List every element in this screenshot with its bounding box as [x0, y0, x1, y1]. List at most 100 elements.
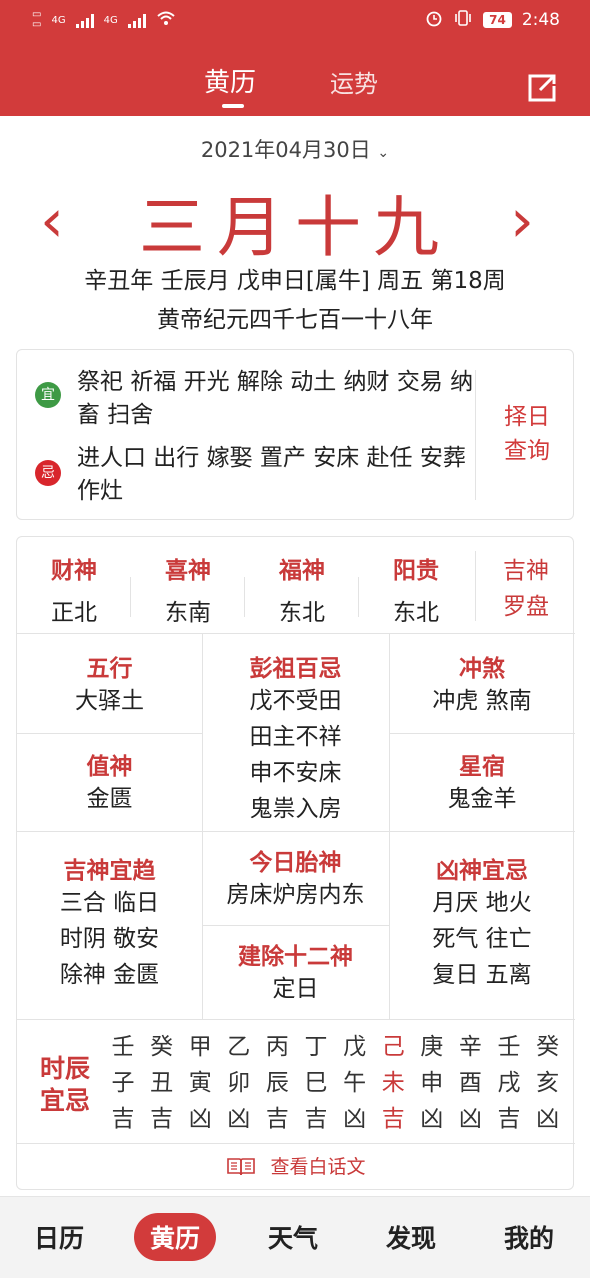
zhishen-value: 金匮	[86, 786, 133, 812]
hour-luck-title-line2: 宜忌	[39, 1086, 90, 1115]
pengzu-line: 田主不祥	[249, 724, 342, 750]
wifi-icon	[156, 10, 176, 30]
hour-column: 癸亥凶	[530, 1029, 566, 1137]
hour-column: 壬戌吉	[491, 1029, 527, 1137]
hour-stem: 丁	[304, 1034, 328, 1060]
pengzu-line: 鬼祟入房	[249, 796, 342, 822]
hour-luck: 吉	[150, 1106, 174, 1132]
zeri-line1: 择日	[504, 404, 550, 430]
god-caishen: 财神 正北	[17, 551, 131, 627]
hour-stem: 乙	[227, 1034, 251, 1060]
hour-luck: 凶	[227, 1106, 251, 1132]
xiongshen-cell: 凶神宜忌 月厌 地火 死气 往亡 复日 五离	[389, 851, 575, 993]
chongsha-cell: 冲煞 冲虎 煞南	[389, 649, 575, 719]
luopan-line1: 吉神	[503, 558, 549, 584]
hour-column: 甲寅凶	[182, 1029, 218, 1137]
hour-stem: 辛	[458, 1034, 482, 1060]
hour-branch: 酉	[458, 1070, 482, 1096]
network-label-1: 4G	[51, 14, 66, 26]
hour-column: 丁巳吉	[298, 1029, 334, 1137]
huangdi-era-line: 黄帝纪元四千七百一十八年	[157, 307, 433, 333]
view-vernacular-button[interactable]: 查看白话文	[17, 1143, 575, 1191]
hour-luck: 吉	[304, 1106, 328, 1132]
gods-row: 财神 正北 喜神 东南 福神 东北 阳贵 东北 吉神 罗盘	[17, 537, 575, 634]
hour-branch: 午	[343, 1070, 367, 1096]
battery-indicator: 74	[483, 12, 512, 28]
hour-luck-title: 时辰 宜忌	[37, 1053, 93, 1117]
book-icon	[226, 1148, 256, 1176]
hour-stem: 壬	[111, 1034, 135, 1060]
god-direction: 东南	[165, 600, 211, 626]
yi-ji-card: 宜 祭祀 祈福 开光 解除 动土 纳财 交易 纳畜 扫舍 忌 进人口 出行 嫁娶…	[16, 349, 574, 520]
hour-branch: 巳	[304, 1070, 328, 1096]
hour-luck: 凶	[420, 1106, 444, 1132]
pengzu-line: 戊不受田	[249, 688, 342, 714]
hour-column: 丙辰吉	[259, 1029, 295, 1137]
hour-column: 乙卯凶	[221, 1029, 257, 1137]
jishen-cell: 吉神宜趋 三合 临日 时阴 敬安 除神 金匮	[17, 851, 202, 993]
yiji-divider	[475, 370, 476, 500]
god-fushen: 福神 东北	[245, 551, 359, 627]
hour-luck: 吉	[111, 1106, 135, 1132]
view-vernacular-label: 查看白话文	[270, 1156, 366, 1178]
share-icon[interactable]	[526, 72, 558, 104]
hour-column: 庚申凶	[414, 1029, 450, 1137]
hour-luck: 吉	[497, 1106, 521, 1132]
hour-luck: 吉	[265, 1106, 289, 1132]
zeri-line2: 查询	[504, 438, 550, 464]
hour-luck: 吉	[381, 1106, 405, 1132]
pengzu-cell: 彭祖百忌 戊不受田 田主不祥 申不安床 鬼祟入房	[202, 649, 389, 827]
nav-huangli[interactable]: 黄历	[134, 1213, 217, 1261]
signal-icon-2	[127, 12, 146, 28]
hour-stem: 壬	[497, 1034, 521, 1060]
jishen-line: 除神 金匮	[59, 962, 160, 988]
xiongshen-title: 凶神宜忌	[436, 858, 528, 884]
hour-column: 辛酉凶	[452, 1029, 488, 1137]
chongsha-value: 冲虎 煞南	[432, 688, 532, 714]
god-name: 财神	[51, 558, 97, 584]
hour-branch: 子	[111, 1070, 135, 1096]
yi-activities: 祭祀 祈福 开光 解除 动土 纳财 交易 纳畜 扫舍	[77, 369, 474, 428]
yi-badge: 宜	[35, 382, 61, 408]
date-selector[interactable]: 2021年04月30日 ⌄	[0, 134, 590, 164]
hour-stem: 己	[381, 1034, 405, 1060]
hour-column: 癸丑吉	[144, 1029, 180, 1137]
zhishen-title: 值神	[86, 754, 133, 780]
hour-branch: 亥	[536, 1070, 560, 1096]
tab-huangli[interactable]: 黄历	[204, 62, 256, 99]
hour-branch: 申	[420, 1070, 444, 1096]
xingsu-title: 星宿	[459, 754, 505, 780]
nav-weather[interactable]: 天气	[268, 1219, 318, 1255]
taishen-cell: 今日胎神 房床炉房内东	[202, 843, 389, 913]
lunar-date: 三月十九	[139, 189, 451, 266]
xiongshen-line: 月厌 地火	[432, 890, 532, 916]
pengzu-line: 申不安床	[249, 760, 342, 786]
god-name: 阳贵	[393, 558, 439, 584]
alarm-icon	[425, 9, 443, 31]
chevron-down-icon: ⌄	[377, 145, 390, 161]
hour-stem: 丙	[265, 1034, 289, 1060]
xingsu-value: 鬼金羊	[447, 786, 517, 812]
hour-branch: 卯	[227, 1070, 251, 1096]
god-direction: 东北	[279, 600, 325, 626]
ganzhi-line: 辛丑年 壬辰月 戊申日[属牛] 周五 第18周	[84, 268, 506, 294]
jianchu-cell: 建除十二神 定日	[202, 937, 389, 1007]
hour-branch: 辰	[265, 1070, 289, 1096]
xiongshen-line: 复日 五离	[432, 962, 532, 988]
nav-discover[interactable]: 发现	[386, 1219, 436, 1255]
tab-yunshi[interactable]: 运势	[330, 64, 378, 99]
app-header: ▭ ▭ 4G 4G 74 2:48 黄历 运势	[0, 0, 590, 116]
zeri-query-button[interactable]: 择日 查询	[497, 400, 557, 468]
xingsu-cell: 星宿 鬼金羊	[389, 747, 575, 817]
hour-luck: 凶	[188, 1106, 212, 1132]
luopan-button[interactable]: 吉神 罗盘	[491, 553, 561, 625]
hour-column: 己未吉	[375, 1029, 411, 1137]
god-yanggui: 阳贵 东北	[359, 551, 473, 627]
signal-icon	[75, 12, 94, 28]
hour-luck-title-line1: 时辰	[39, 1054, 90, 1083]
taishen-title: 今日胎神	[249, 850, 342, 876]
nav-mine[interactable]: 我的	[504, 1219, 554, 1255]
nav-calendar[interactable]: 日历	[34, 1219, 84, 1255]
next-day-arrow-icon[interactable]: ›	[510, 186, 534, 256]
date-selector-label: 2021年04月30日	[200, 138, 371, 162]
